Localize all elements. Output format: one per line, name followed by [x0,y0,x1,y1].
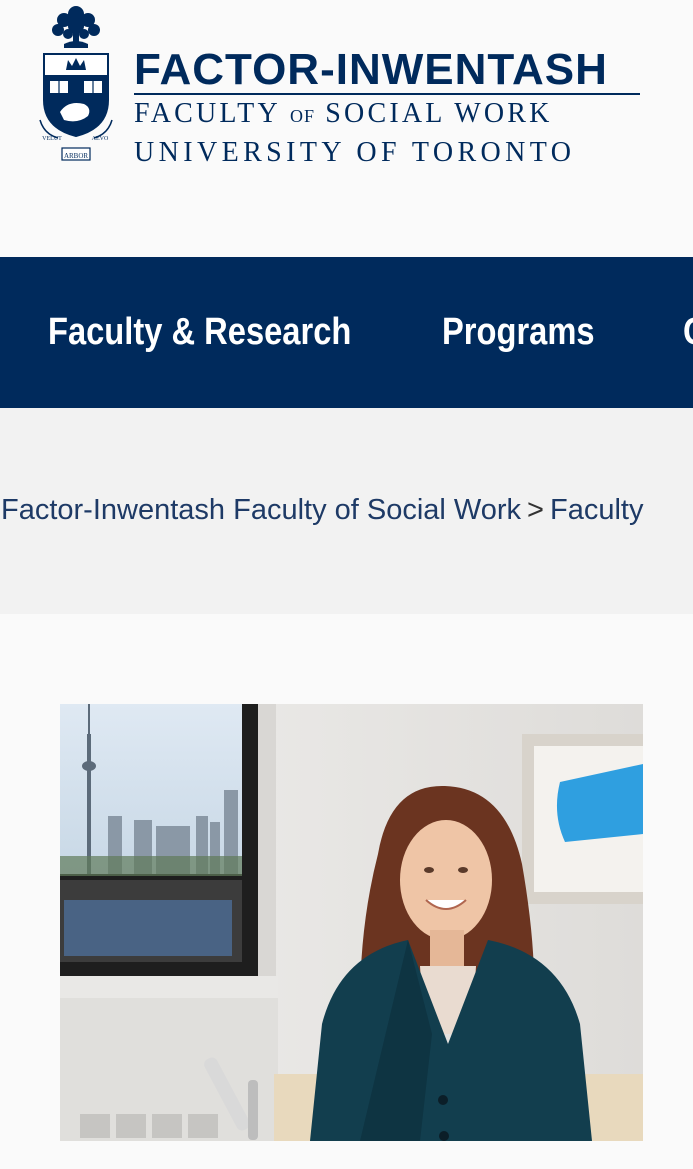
faculty-portrait-photo [60,704,643,1141]
portrait-image [60,704,643,1141]
logo-university-name: UNIVERSITY OF TORONTO [134,137,576,168]
breadcrumb-item-faculty[interactable]: Faculty [550,494,643,526]
crest-motto-bottom: ARBOR [64,152,88,160]
crest-motto-left: VELUT [42,136,62,142]
site-header: ARBOR VELUT AEVO FACTOR-INWENTASH FACULT… [0,0,693,257]
university-crest-icon: ARBOR VELUT AEVO [39,6,113,161]
page: ARBOR VELUT AEVO FACTOR-INWENTASH FACULT… [0,0,693,1169]
nav-item-truncated[interactable]: C [683,309,693,355]
logo-wordmark: FACTOR-INWENTASH FACULTY OF SOCIAL WORK … [134,47,644,169]
logo-subtitle-part1: FACULTY [134,98,280,129]
main-nav: Faculty & Research Programs C [0,257,693,408]
breadcrumb-item-home[interactable]: Factor-Inwentash Faculty of Social Work [1,494,521,526]
logo-home-link[interactable]: ARBOR VELUT AEVO FACTOR-INWENTASH FACULT… [36,0,646,170]
logo-subtitle-of: OF [290,106,316,126]
logo-faculty-name: FACTOR-INWENTASH [134,45,608,94]
breadcrumb: Factor-Inwentash Faculty of Social Work >… [1,492,643,528]
logo-faculty-subtitle: FACULTY OF SOCIAL WORK [134,99,644,131]
nav-item-programs[interactable]: Programs [442,309,595,355]
breadcrumb-band: Factor-Inwentash Faculty of Social Work >… [0,408,693,614]
logo-subtitle-part2: SOCIAL WORK [325,98,553,129]
nav-item-faculty-research[interactable]: Faculty & Research [48,309,351,355]
crest-motto-right: AEVO [92,136,109,142]
breadcrumb-separator: > [527,494,544,526]
